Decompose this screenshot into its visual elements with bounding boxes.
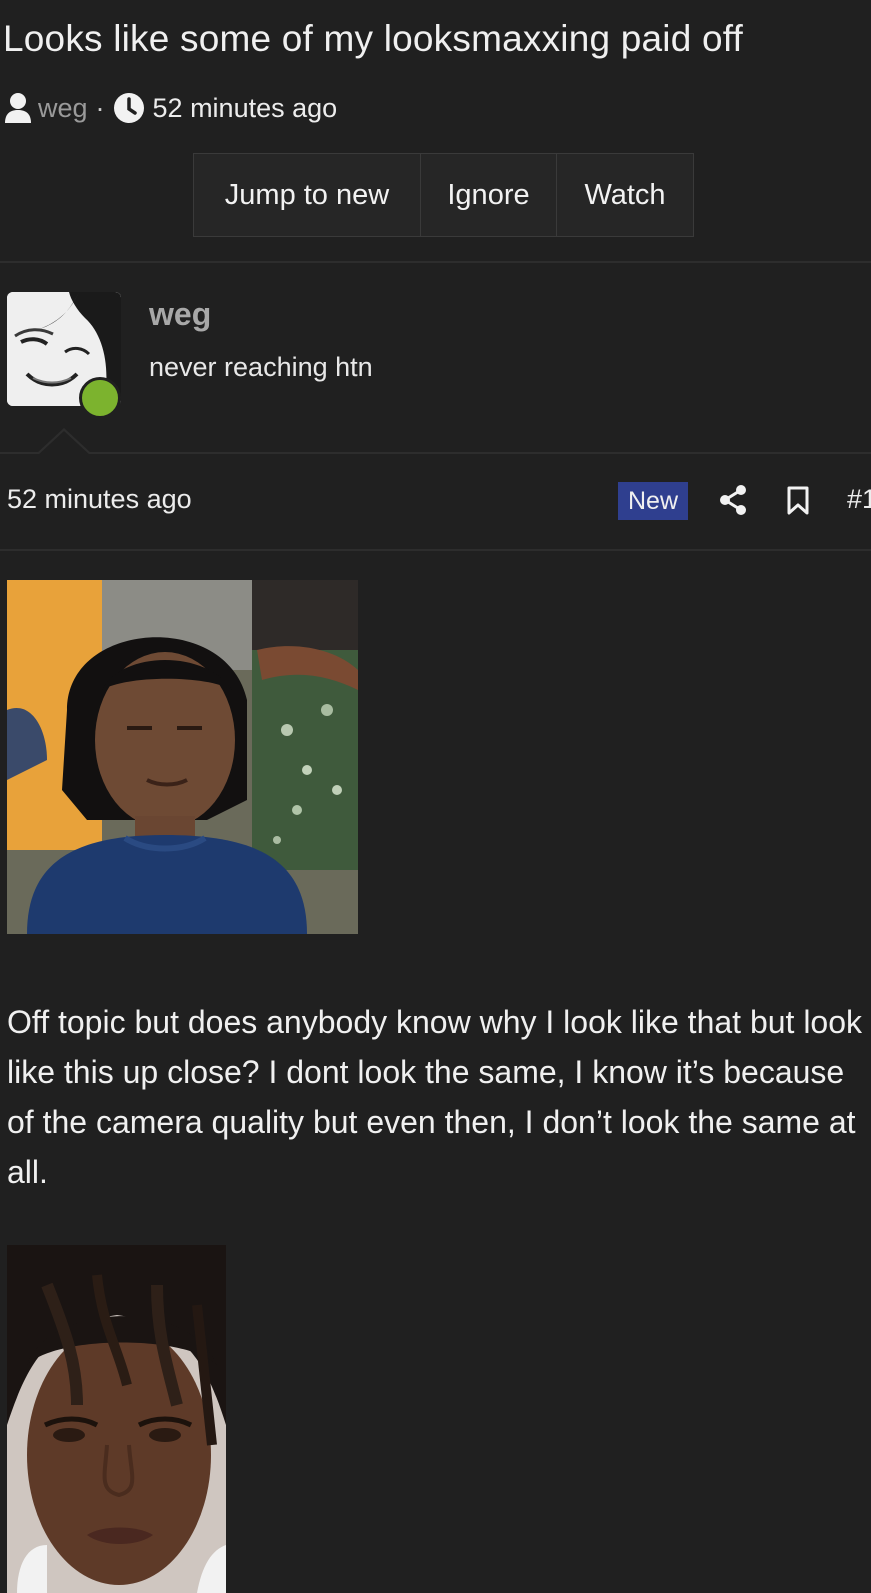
thread-actions: Jump to new Ignore Watch (193, 153, 694, 237)
online-status-dot (79, 377, 121, 419)
message-arrow-fill (38, 431, 90, 455)
attached-selfie-photo[interactable] (7, 1245, 226, 1593)
thread-author[interactable]: weg (38, 93, 88, 124)
attached-photo[interactable] (7, 580, 358, 934)
user-icon (4, 92, 32, 124)
poster-username[interactable]: weg (149, 296, 211, 333)
post-time[interactable]: 52 minutes ago (7, 484, 192, 515)
thread-meta: weg · 52 minutes ago (4, 88, 337, 128)
ignore-button[interactable]: Ignore (421, 154, 557, 236)
clock-icon (113, 92, 145, 124)
thread-time[interactable]: 52 minutes ago (153, 93, 338, 124)
post-number-link[interactable]: #1 (847, 484, 871, 515)
new-badge: New (618, 482, 688, 520)
jump-to-new-button[interactable]: Jump to new (194, 154, 421, 236)
bookmark-icon[interactable] (786, 486, 810, 521)
share-icon[interactable] (718, 484, 748, 521)
post-header-divider (0, 549, 871, 551)
watch-button[interactable]: Watch (557, 154, 693, 236)
header-divider (0, 261, 871, 263)
poster-user-title: never reaching htn (149, 352, 373, 382)
meta-separator: · (95, 92, 105, 123)
thread-title: Looks like some of my looksmaxxing paid … (3, 18, 744, 59)
post-body-text: Off topic but does anybody know why I lo… (7, 1004, 863, 1190)
user-info-divider (0, 452, 871, 454)
